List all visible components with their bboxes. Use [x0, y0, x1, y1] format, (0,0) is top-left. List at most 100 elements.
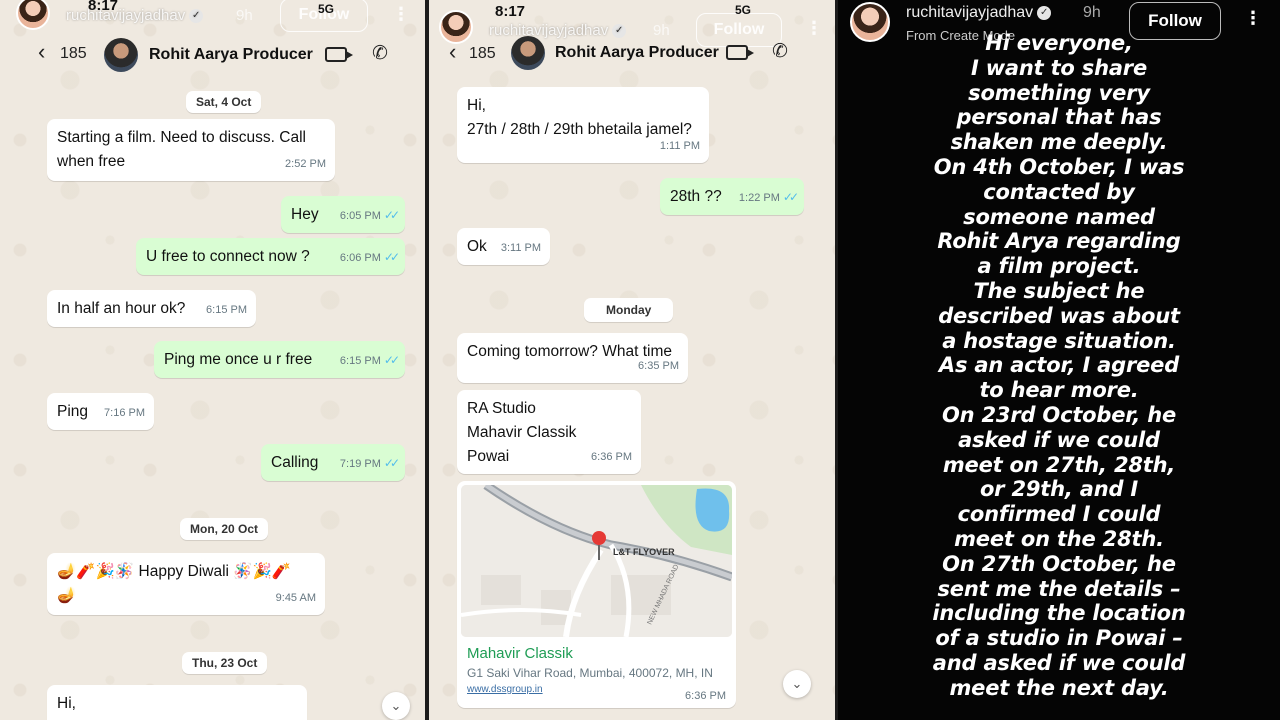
location-pin-icon [592, 531, 606, 545]
message-time: 1:22 PM [738, 192, 780, 204]
message-incoming[interactable]: RA Studio Mahavir Classik Powai 6:36 PM [457, 390, 641, 474]
date-separator: Thu, 23 Oct [182, 652, 268, 674]
network-indicator: 5G [735, 3, 752, 17]
back-arrow-icon[interactable]: ‹ [38, 39, 45, 65]
story-text-line: On 23rd October, he [941, 402, 1177, 427]
story-overlay: ruchitavijayjadhav ✓ 9h 8:17 Follow 5G ⋮ [0, 0, 425, 34]
story-age: 9h [1083, 4, 1101, 21]
message-time: 7:19 PM [339, 458, 381, 470]
message-incoming[interactable]: Starting a film. Need to discuss. Call w… [47, 119, 335, 181]
story-text-line: meet on 27th, 28th, [942, 452, 1176, 477]
story-text-line: and asked if we could [932, 650, 1186, 675]
message-text: Ok [467, 238, 487, 255]
story-text-line: confirmed I could [957, 502, 1161, 527]
story-text-line: something very [968, 80, 1150, 105]
message-text: Ping [57, 403, 89, 420]
story-age: 9h [236, 7, 253, 24]
message-time: 6:15 PM [339, 355, 381, 367]
message-time: 6:15 PM [206, 304, 247, 316]
phone-clock: 8:17 [495, 3, 526, 20]
story-text-panel: ruchitavijayjadhav ✓ 9h From Create Mode … [838, 0, 1280, 720]
chat-header: ‹ 185 Rohit Aarya Producer ✆ [0, 32, 425, 78]
story-text-line: Hi everyone, [985, 31, 1133, 55]
contact-name[interactable]: Rohit Aarya Producer [555, 44, 719, 62]
date-separator: Mon, 20 Oct [180, 518, 269, 540]
story-avatar[interactable] [16, 0, 50, 30]
more-options-icon[interactable]: ⋮ [1244, 8, 1262, 29]
message-text: Hey [291, 206, 319, 223]
location-card[interactable]: L&T FLYOVER NEW MHADA ROAD Mahavir Class… [457, 481, 736, 708]
message-incoming[interactable]: In half an hour ok? 6:15 PM [47, 290, 256, 327]
story-username[interactable]: ruchitavijayjadhav ✓ [66, 7, 204, 24]
message-outgoing[interactable]: 28th ?? 1:22 PM ✓✓ [660, 178, 804, 215]
message-incoming[interactable]: Ping 7:16 PM [47, 393, 154, 430]
story-text-line: shaken me deeply. [950, 130, 1168, 155]
story-text-line: asked if we could [958, 427, 1160, 452]
message-incoming[interactable]: 🪔🧨🎉🪅 Happy Diwali 🪅🎉🧨 🪔 9:45 AM [47, 553, 325, 615]
scroll-down-chevron-icon[interactable]: ⌄ [382, 692, 410, 720]
story-text-line: or 29th, and I [979, 477, 1139, 502]
story-text-line: On 27th October, he [942, 551, 1176, 576]
location-map[interactable]: L&T FLYOVER NEW MHADA ROAD [461, 485, 732, 637]
story-text-line: of a studio in Powai – [935, 626, 1183, 651]
contact-name[interactable]: Rohit Aarya Producer [149, 46, 313, 64]
message-text: Mahavir Classik [467, 424, 577, 441]
message-incoming[interactable]: Hi, 27th / 28th / 29th bhetaila jamel? 1… [457, 87, 709, 163]
location-name[interactable]: Mahavir Classik [467, 645, 726, 662]
verified-badge-icon: ✓ [189, 9, 204, 24]
story-text-line: contacted by [983, 179, 1135, 204]
message-outgoing[interactable]: Calling 7:19 PM ✓✓ [261, 444, 405, 481]
contact-avatar[interactable] [104, 38, 138, 72]
voice-call-icon[interactable]: ✆ [772, 40, 788, 63]
message-time: 9:45 AM [275, 592, 316, 604]
message-text: In half an hour ok? [57, 300, 186, 317]
message-outgoing[interactable]: Hey 6:05 PM ✓✓ [281, 196, 405, 233]
scroll-down-chevron-icon[interactable]: ⌄ [783, 670, 811, 698]
chat-screenshot-1: ruchitavijayjadhav ✓ 9h 8:17 Follow 5G ⋮ … [0, 0, 425, 720]
contact-avatar[interactable] [511, 36, 545, 70]
story-text-line: Rohit Arya regarding [937, 229, 1181, 254]
story-text-line: described was about [938, 303, 1180, 328]
map-road-label: L&T FLYOVER [613, 547, 675, 557]
message-text: Starting a film. Need to discuss. Call [57, 129, 306, 146]
more-options-icon[interactable]: ⋮ [392, 4, 410, 25]
read-receipt-icon: ✓✓ [782, 190, 799, 204]
story-text-line: The subject he [973, 278, 1145, 303]
story-text-line: a film project. [977, 254, 1141, 279]
message-incoming[interactable]: Hi, [47, 685, 307, 720]
video-call-icon[interactable] [325, 47, 353, 62]
unread-count: 185 [60, 45, 87, 62]
chat-header: ‹ 185 Rohit Aarya Producer ✆ [429, 32, 835, 78]
story-statement: Hi everyone, I want to share something ver… [838, 31, 1280, 701]
message-time: 2:52 PM [285, 158, 326, 170]
read-receipt-icon: ✓✓ [383, 208, 400, 222]
message-outgoing[interactable]: Ping me once u r free 6:15 PM ✓✓ [154, 341, 405, 378]
video-call-icon[interactable] [726, 45, 754, 60]
message-text: Ping me once u r free [164, 351, 313, 368]
read-receipt-icon: ✓✓ [383, 250, 400, 264]
message-incoming[interactable]: Ok 3:11 PM [457, 228, 550, 265]
message-text: Hi, [467, 97, 486, 114]
story-text-line: personal that has [956, 105, 1162, 130]
location-address: G1 Saki Vihar Road, Mumbai, 400072, MH, … [467, 666, 713, 680]
message-text: RA Studio [467, 400, 536, 417]
story-text-line: meet on the 28th. [954, 526, 1164, 551]
map-graphic: L&T FLYOVER NEW MHADA ROAD [461, 485, 732, 637]
message-outgoing[interactable]: U free to connect now ? 6:06 PM ✓✓ [136, 238, 405, 275]
back-arrow-icon[interactable]: ‹ [449, 39, 456, 65]
unread-count: 185 [469, 45, 496, 62]
story-text-line: to hear more. [979, 378, 1139, 403]
chat-screenshot-2: 8:17 ruchitavijayjadhav ✓ 9h Follow 5G ⋮ … [429, 0, 835, 720]
read-receipt-icon: ✓✓ [383, 353, 400, 367]
message-text: Hi, [57, 695, 76, 712]
story-text-line: a hostage situation. [942, 328, 1176, 353]
message-time: 6:35 PM [638, 360, 679, 372]
story-overlay: 8:17 ruchitavijayjadhav ✓ 9h Follow 5G ⋮ [429, 0, 835, 47]
voice-call-icon[interactable]: ✆ [372, 42, 388, 65]
message-text: 🪔🧨🎉🪅 Happy Diwali 🪅🎉🧨 [57, 563, 292, 580]
message-incoming[interactable]: Coming tomorrow? What time 6:35 PM [457, 333, 688, 383]
message-time: 6:06 PM [339, 252, 381, 264]
story-text-line: sent me the details – [937, 576, 1181, 601]
story-username[interactable]: ruchitavijayjadhav ✓ [906, 4, 1052, 22]
story-text-line: On 4th October, I was [933, 154, 1185, 179]
